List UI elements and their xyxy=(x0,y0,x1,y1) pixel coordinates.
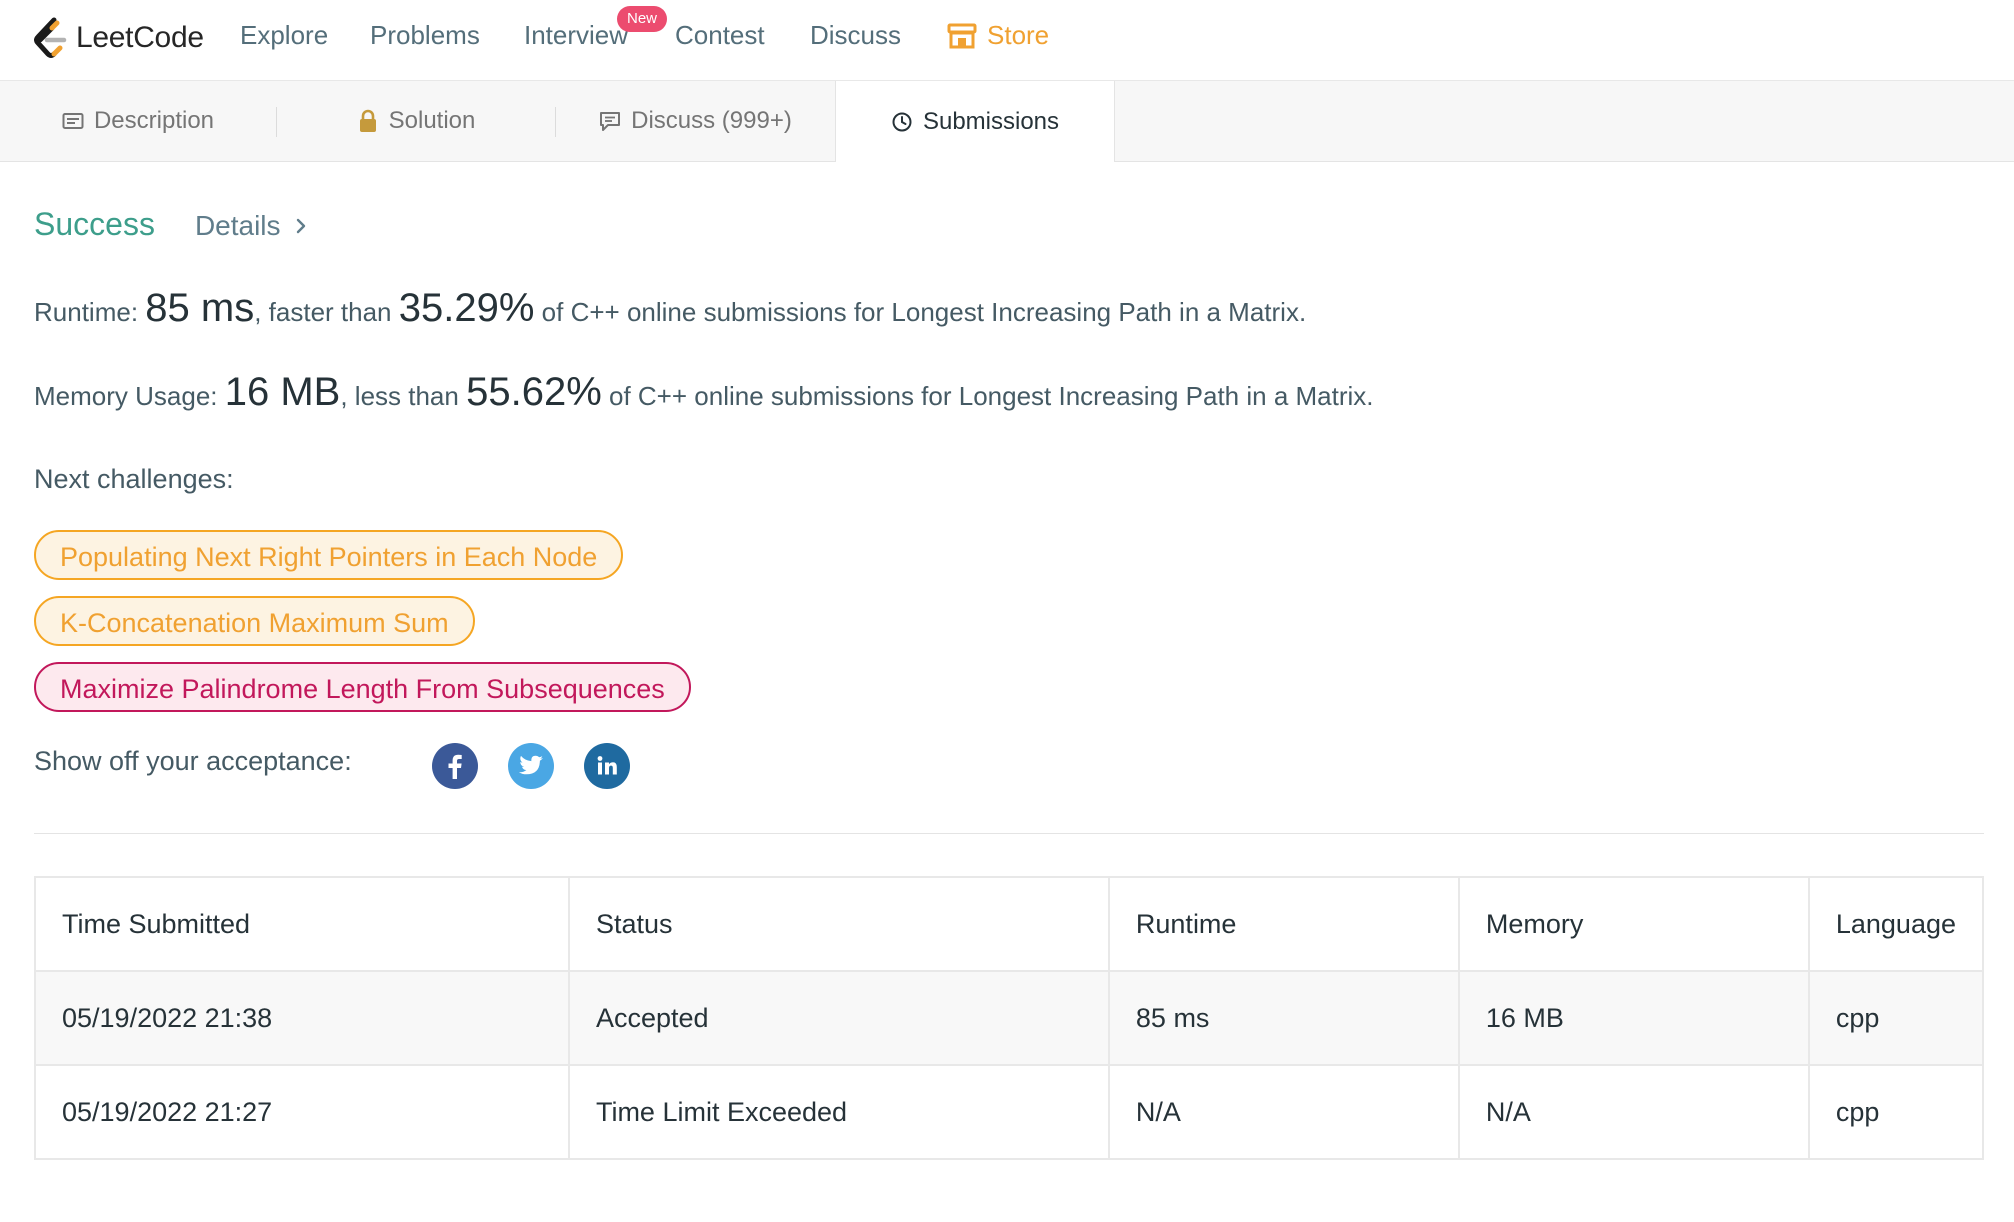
next-challenges-label: Next challenges: xyxy=(34,464,234,494)
clock-icon xyxy=(891,111,913,133)
challenge-chip[interactable]: K-Concatenation Maximum Sum xyxy=(34,596,475,646)
tab-solution-label: Solution xyxy=(388,107,476,134)
memory-value: 16 MB xyxy=(224,370,341,414)
leetcode-logo[interactable]: LeetCode xyxy=(32,14,204,62)
tab-submissions[interactable]: Submissions xyxy=(835,81,1115,162)
linkedin-icon[interactable] xyxy=(584,743,630,789)
store-label: Store xyxy=(987,20,1050,50)
time-submitted-cell: 05/19/2022 21:27 xyxy=(34,1064,570,1160)
tab-solution[interactable]: Solution xyxy=(277,81,555,161)
memory-cell: 16 MB xyxy=(1457,970,1810,1066)
runtime-suffix: of C++ online submissions for Longest In… xyxy=(541,297,1307,327)
nav-problems[interactable]: Problems xyxy=(370,20,480,51)
challenge-chip[interactable]: Maximize Palindrome Length From Subseque… xyxy=(34,662,691,712)
runtime-stat: Runtime: 85 ms, faster than 35.29% of C+… xyxy=(34,286,1306,331)
runtime-compare: , faster than xyxy=(254,297,392,327)
language-cell: cpp xyxy=(1807,1064,1985,1160)
nav-interview[interactable]: Interview xyxy=(524,20,628,51)
store-icon xyxy=(947,23,977,48)
nav-store[interactable]: Store xyxy=(947,20,1049,51)
tab-submissions-label: Submissions xyxy=(922,107,1060,135)
lock-icon xyxy=(357,109,379,133)
problem-tabbar: Description Solution Discuss (999+) Subm… xyxy=(0,81,2014,162)
memory-cell: N/A xyxy=(1457,1064,1810,1160)
runtime-label: Runtime: xyxy=(34,297,139,327)
result-status: Success xyxy=(34,206,155,242)
column-header: Time Submitted xyxy=(34,876,570,972)
memory-compare: , less than xyxy=(340,381,459,411)
table-header-row: Time Submitted Status Runtime Memory Lan… xyxy=(34,876,1985,972)
details-label: Details xyxy=(194,210,281,241)
column-header: Language xyxy=(1807,876,1985,972)
brand-name: LeetCode xyxy=(76,21,204,54)
memory-percent: 55.62% xyxy=(466,370,602,414)
status-link[interactable]: Accepted xyxy=(567,970,1110,1066)
column-header: Memory xyxy=(1457,876,1810,972)
new-badge: New xyxy=(617,6,667,32)
facebook-icon[interactable] xyxy=(432,743,478,789)
chevron-right-icon xyxy=(296,218,305,234)
details-link[interactable]: Details xyxy=(195,210,307,242)
nav-discuss[interactable]: Discuss xyxy=(810,20,901,51)
memory-label: Memory Usage: xyxy=(34,381,218,411)
tab-description-label: Description xyxy=(93,107,215,134)
memory-stat: Memory Usage: 16 MB, less than 55.62% of… xyxy=(34,370,1374,415)
runtime-cell: 85 ms xyxy=(1107,970,1460,1066)
runtime-value: 85 ms xyxy=(145,286,255,330)
tab-description[interactable]: Description xyxy=(0,81,276,161)
memory-suffix: of C++ online submissions for Longest In… xyxy=(609,381,1374,411)
column-header: Status xyxy=(567,876,1110,972)
time-submitted-cell: 05/19/2022 21:38 xyxy=(34,970,570,1066)
comment-icon xyxy=(599,110,621,132)
status-link[interactable]: Time Limit Exceeded xyxy=(567,1064,1110,1160)
twitter-icon[interactable] xyxy=(508,743,554,789)
tab-discuss-label: Discuss (999+) xyxy=(631,107,792,134)
leetcode-logo-icon xyxy=(34,17,67,58)
language-cell: cpp xyxy=(1807,970,1985,1066)
column-header: Runtime xyxy=(1107,876,1460,972)
section-divider xyxy=(34,833,1984,834)
nav-explore[interactable]: Explore xyxy=(240,20,328,51)
table-row: 05/19/2022 21:27 Time Limit Exceeded N/A… xyxy=(34,1064,1985,1160)
nav-contest[interactable]: Contest xyxy=(675,20,765,51)
result-header: Success Details xyxy=(34,206,307,243)
submissions-table: Time Submitted Status Runtime Memory Lan… xyxy=(34,876,1985,1160)
description-icon xyxy=(62,112,84,130)
table-row: 05/19/2022 21:38 Accepted 85 ms 16 MB cp… xyxy=(34,970,1985,1066)
runtime-percent: 35.29% xyxy=(398,286,535,330)
runtime-cell: N/A xyxy=(1107,1064,1460,1160)
challenge-chip[interactable]: Populating Next Right Pointers in Each N… xyxy=(34,530,624,580)
tab-discuss[interactable]: Discuss (999+) xyxy=(556,81,835,161)
top-navbar: LeetCode Explore Problems Interview New … xyxy=(0,0,2014,81)
share-label: Show off your acceptance: xyxy=(34,746,352,776)
